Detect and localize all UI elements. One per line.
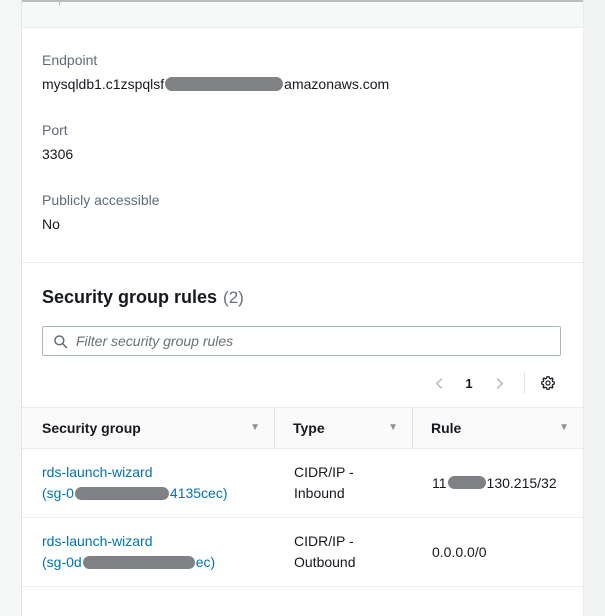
pagination-divider [524,372,525,394]
field-port: Port 3306 [22,120,583,164]
table-row: rds-launch-wizard (sg-0d ec) CIDR/IP - Ou… [22,518,583,587]
spacer-2 [22,164,583,190]
security-group-id-prefix: (sg-0 [42,485,74,501]
section-title-count: (2) [223,286,244,310]
field-value-endpoint: mysqldb1.c1zspqlsf amazonaws.com [42,74,563,94]
field-label-port: Port [42,120,563,140]
top-strip-tick [59,2,60,5]
field-value-port: 3306 [42,144,563,164]
field-value-publicly-accessible: No [42,214,563,234]
security-group-rules-header: Security group rules (2) [22,263,583,310]
pagination-next-button[interactable] [484,368,514,398]
field-publicly-accessible: Publicly accessible No [22,190,583,234]
cell-rule: 0.0.0.0/0 [412,518,583,587]
pagination-prev-button[interactable] [424,368,454,398]
column-header-label: Rule [431,420,461,436]
gear-icon [540,375,556,391]
search-icon [53,334,68,349]
column-header-rule[interactable]: Rule ▼ [412,408,583,449]
details-panel: Endpoint mysqldb1.c1zspqlsf amazonaws.com… [22,28,583,616]
security-group-id: (sg-0d ec) [42,552,264,573]
endpoint-value-prefix: mysqldb1.c1zspqlsf [42,76,164,92]
sort-caret-down-icon[interactable]: ▼ [388,423,398,433]
screenshot-root: Endpoint mysqldb1.c1zspqlsf amazonaws.com… [0,0,605,616]
column-header-type[interactable]: Type ▼ [274,408,412,449]
table-body: rds-launch-wizard (sg-0 4135cec) CIDR/IP … [22,449,583,587]
rule-redaction-bar [448,476,486,489]
table-header: Security group ▼ Type ▼ [22,408,583,449]
filter-security-group-rules[interactable] [42,326,561,356]
security-group-link[interactable]: rds-launch-wizard (sg-0 4135cec) [42,462,264,504]
search-input[interactable] [43,327,560,355]
rule-value-prefix: 11 [432,475,447,491]
pagination: 1 [424,367,563,399]
chevron-right-icon [493,377,506,390]
security-group-rules-section: Security group rules (2) [22,262,583,587]
pagination-page-1[interactable]: 1 [454,368,484,398]
rule-value-suffix: 130.215/32 [487,475,557,491]
security-group-id-redaction-bar [75,487,169,500]
cell-security-group: rds-launch-wizard (sg-0 4135cec) [22,449,274,518]
spacer-1 [22,94,583,120]
section-title: Security group rules (2) [42,285,563,310]
field-label-endpoint: Endpoint [42,50,563,70]
security-group-name: rds-launch-wizard [42,533,152,549]
security-group-id-prefix: (sg-0d [42,554,82,570]
filter-row [22,310,583,356]
table-row: rds-launch-wizard (sg-0 4135cec) CIDR/IP … [22,449,583,518]
security-group-id: (sg-0 4135cec) [42,483,264,504]
security-group-id-suffix: 4135cec) [170,485,228,501]
security-group-id-suffix: ec) [196,554,215,570]
column-header-label: Type [293,420,325,436]
rule-value-prefix: 0.0.0.0/0 [432,544,487,560]
security-group-rules-table: Security group ▼ Type ▼ [22,407,583,587]
chevron-left-icon [433,377,446,390]
cell-rule: 11 130.215/32 [412,449,583,518]
sort-caret-down-icon[interactable]: ▼ [559,423,569,433]
endpoint-value-suffix: amazonaws.com [284,76,389,92]
table-header-row: Security group ▼ Type ▼ [22,408,583,449]
section-title-text: Security group rules [42,285,217,309]
top-chrome-strip [22,0,583,28]
table-preferences-button[interactable] [533,368,563,398]
column-header-security-group[interactable]: Security group ▼ [22,408,274,449]
security-group-link[interactable]: rds-launch-wizard (sg-0d ec) [42,531,264,573]
instance-details-section: Endpoint mysqldb1.c1zspqlsf amazonaws.com… [22,28,583,234]
cell-security-group: rds-launch-wizard (sg-0d ec) [22,518,274,587]
field-endpoint: Endpoint mysqldb1.c1zspqlsf amazonaws.com [22,50,583,94]
cell-type: CIDR/IP - Inbound [274,449,412,518]
cell-type: CIDR/IP - Outbound [274,518,412,587]
sort-caret-down-icon[interactable]: ▼ [250,423,260,433]
endpoint-redaction-bar [165,77,283,91]
column-header-label: Security group [42,420,141,436]
page-right-gutter [583,0,605,616]
page-left-gutter [0,0,22,616]
field-label-publicly-accessible: Publicly accessible [42,190,563,210]
pagination-row: 1 [22,356,583,400]
security-group-name: rds-launch-wizard [42,464,152,480]
security-group-id-redaction-bar [83,556,195,569]
